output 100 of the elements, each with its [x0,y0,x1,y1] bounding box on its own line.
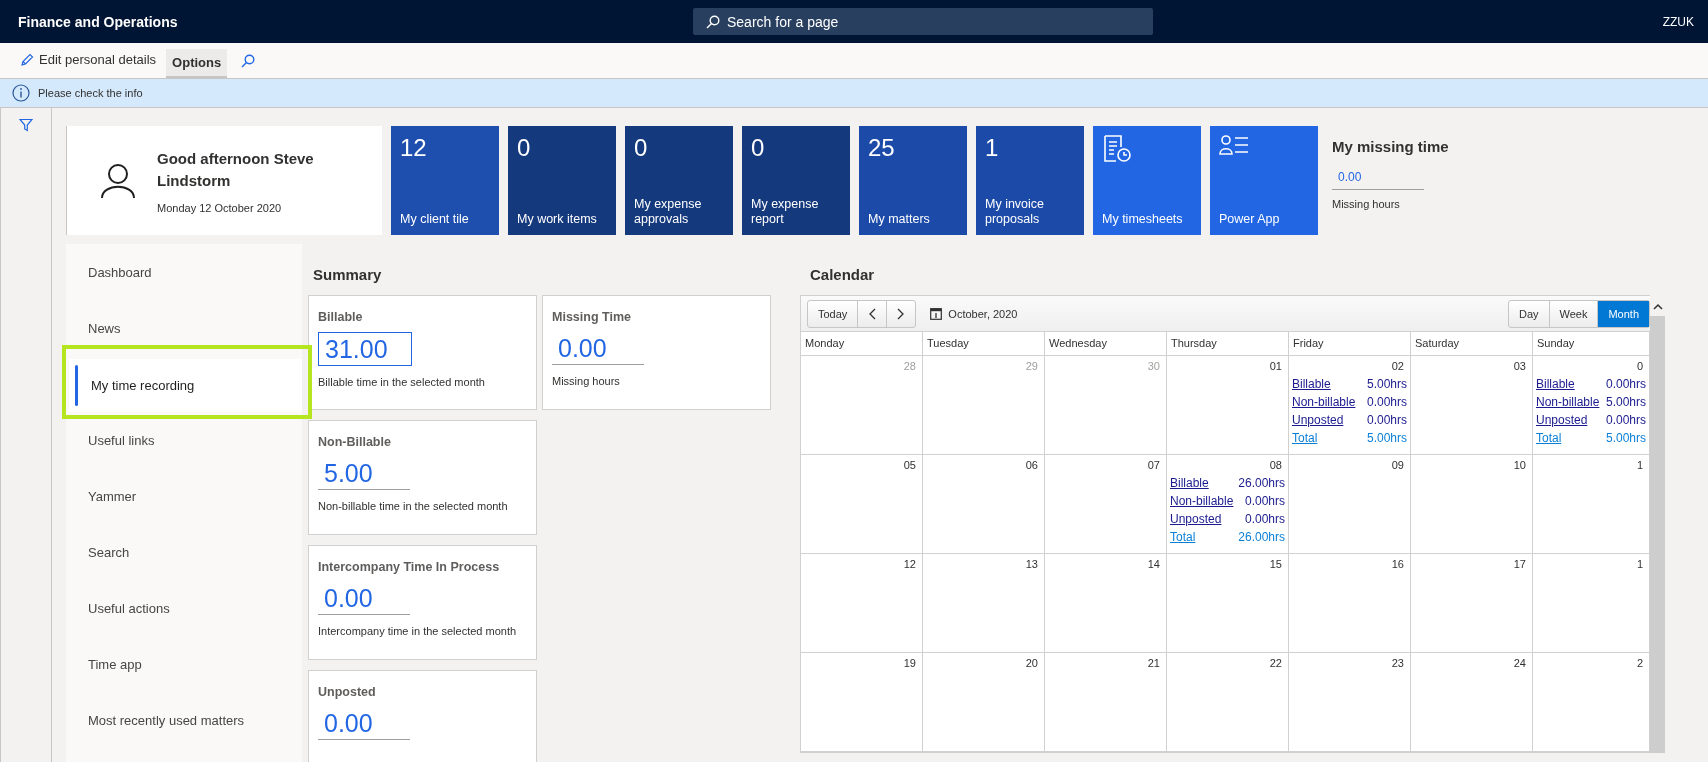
info-icon [12,84,30,102]
field-caption: Missing hours [1332,198,1401,210]
hours-value: 0.00hrs [1604,376,1646,392]
day-number: 0 [1635,360,1644,372]
hours-link[interactable]: Non-billable [1536,394,1600,410]
day-number: 07 [1146,459,1161,471]
dashboard-tile[interactable]: My timesheets [1093,126,1201,235]
section-title: Summary [312,265,383,285]
company-code[interactable]: ZZUK [1662,14,1708,29]
nav-item[interactable]: Dashboard [66,244,302,300]
hours-value: 0.00hrs [1365,394,1407,410]
document-clock-icon [1102,134,1132,164]
value-field[interactable]: 31.00 [318,332,412,366]
day-number: 01 [1268,360,1283,372]
view-button[interactable]: Month [1598,300,1649,327]
hours-link[interactable]: Total [1292,430,1356,446]
nav-item[interactable]: Search [66,524,302,580]
hours-link[interactable]: Unposted [1170,511,1234,527]
nav-item[interactable]: My time recording [69,359,302,412]
day-number: 12 [902,558,917,570]
nav-item[interactable]: Useful actions [66,580,302,636]
value-field[interactable]: 0.00 [318,582,410,615]
hours-value: 5.00hrs [1365,376,1407,392]
nav-item[interactable]: Time app [66,636,302,692]
day-number: 05 [902,459,917,471]
day-number: 28 [902,360,917,372]
weekday-header: Thursday [1167,332,1289,356]
search-icon [241,53,256,68]
edit-details-button[interactable]: Edit personal details [14,43,163,78]
nav-item[interactable]: Most recently used matters [66,692,302,748]
nav-item[interactable]: News [66,300,302,356]
weekday-header: Tuesday [923,332,1045,356]
search-field[interactable]: Search for a page [693,8,1153,35]
dashboard-tile[interactable]: Power App [1210,126,1318,235]
hours-value: 5.00hrs [1604,394,1646,410]
hours-link[interactable]: Non-billable [1170,493,1234,509]
search-icon [706,15,720,29]
hours-link[interactable]: Total [1536,430,1600,446]
hours-link[interactable]: Billable [1292,376,1356,392]
dashboard-tile[interactable]: 0 My expense approvals [625,126,733,235]
dashboard-tile[interactable]: 12 My client tile [391,126,499,235]
day-number: 14 [1146,558,1161,570]
section-title: My missing time [1332,138,1449,155]
pencil-icon [20,52,34,67]
dashboard-tile[interactable]: 0 My work items [508,126,616,235]
day-number: 17 [1512,558,1527,570]
app-title: Finance and Operations [17,13,178,30]
hours-value: 0.00hrs [1243,511,1285,527]
calendar-icon [930,307,943,320]
day-number: 09 [1390,459,1405,471]
value-field[interactable]: 0.00 [552,332,644,365]
dashboard-tile[interactable]: 25 My matters [859,126,967,235]
view-button[interactable]: Day [1508,300,1550,327]
card-caption: Non-billable time in the selected month [318,500,509,512]
hours-link[interactable]: Billable [1170,475,1234,491]
day-number: 30 [1146,360,1161,372]
day-number: 03 [1512,360,1527,372]
dashboard-tile[interactable]: 0 My expense report [742,126,850,235]
day-number: 16 [1390,558,1405,570]
current-date: Monday 12 October 2020 [157,201,283,214]
day-number: 1 [1635,459,1644,471]
hours-value: 5.00hrs [1604,430,1646,446]
day-number: 20 [1024,657,1039,669]
hours-link[interactable]: Billable [1536,376,1600,392]
value-field[interactable]: 0.00 [318,707,410,740]
hours-value: 26.00hrs [1237,529,1285,545]
hours-link[interactable]: Non-billable [1292,394,1356,410]
hours-link[interactable]: Total [1170,529,1234,545]
period-label: October, 2020 [948,307,1018,320]
nav-item[interactable]: Useful links [66,412,302,468]
day-number: 2 [1635,657,1644,669]
value-field[interactable]: 5.00 [318,457,410,490]
missing-time-field: 0.00 [1332,165,1424,190]
day-number: 10 [1512,459,1527,471]
day-number: 02 [1390,360,1405,372]
card-caption: Billable time in the selected month [318,376,486,388]
day-number: 1 [1635,558,1644,570]
hours-value: 0.00hrs [1604,412,1646,428]
day-number: 21 [1146,657,1161,669]
day-number: 19 [902,657,917,669]
day-number: 08 [1268,459,1283,471]
person-icon [101,162,135,199]
card-title: Non-Billable [318,435,392,449]
hours-link[interactable]: Unposted [1292,412,1356,428]
card-title: Billable [318,310,364,324]
hours-value: 0.00hrs [1243,493,1285,509]
hours-link[interactable]: Unposted [1536,412,1600,428]
day-number: 29 [1024,360,1039,372]
card-title: Missing Time [552,310,632,324]
day-number: 22 [1268,657,1283,669]
filter-icon[interactable] [19,118,33,134]
chevron-right-icon [897,307,906,320]
nav-item[interactable]: Yammer [66,468,302,524]
dashboard-tile[interactable]: 1 My invoice proposals [976,126,1084,235]
options-tab[interactable]: Options [166,49,228,78]
weekday-header: Wednesday [1045,332,1167,356]
caret-up-icon[interactable] [1652,302,1663,310]
day-number: 06 [1024,459,1039,471]
info-message: Please check the info [38,87,143,99]
day-number: 23 [1390,657,1405,669]
